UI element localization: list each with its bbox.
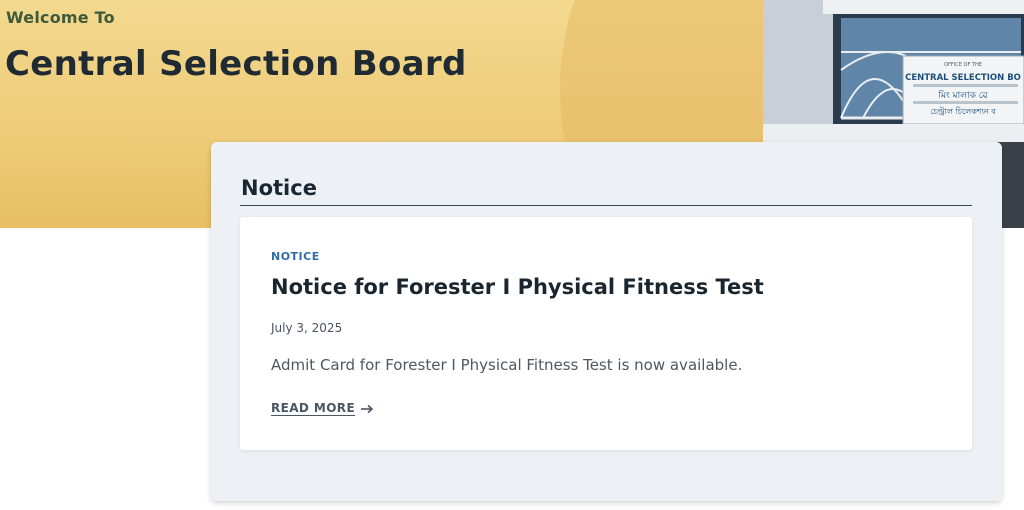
notice-heading: Notice bbox=[241, 176, 317, 200]
read-more-link[interactable]: READ MORE bbox=[271, 401, 374, 415]
notice-post-card: NOTICE Notice for Forester I Physical Fi… bbox=[240, 217, 972, 450]
sign-text: CENTRAL SELECTION BO bbox=[905, 73, 1021, 83]
page: OFFICE OF THE CENTRAL SELECTION BO মিং ম… bbox=[0, 0, 1024, 510]
notice-panel: Notice NOTICE Notice for Forester I Phys… bbox=[211, 142, 1002, 501]
sign-header: OFFICE OF THE bbox=[944, 62, 982, 68]
read-more-label: READ MORE bbox=[271, 401, 356, 415]
post-category-link[interactable]: NOTICE bbox=[271, 250, 320, 263]
sign-local-script: মিং মালাক ৱে bbox=[937, 90, 988, 101]
heading-divider bbox=[240, 205, 972, 206]
post-title-link[interactable]: Notice for Forester I Physical Fitness T… bbox=[271, 275, 764, 299]
arrow-right-icon bbox=[360, 403, 374, 414]
post-date: July 3, 2025 bbox=[271, 321, 343, 335]
site-title: Central Selection Board bbox=[5, 44, 467, 84]
post-excerpt: Admit Card for Forester I Physical Fitne… bbox=[271, 356, 743, 374]
welcome-text: Welcome To bbox=[6, 8, 115, 27]
sign-local-script-2: চেন্ট্রাল চিলেকশ্যন ব bbox=[930, 107, 996, 116]
